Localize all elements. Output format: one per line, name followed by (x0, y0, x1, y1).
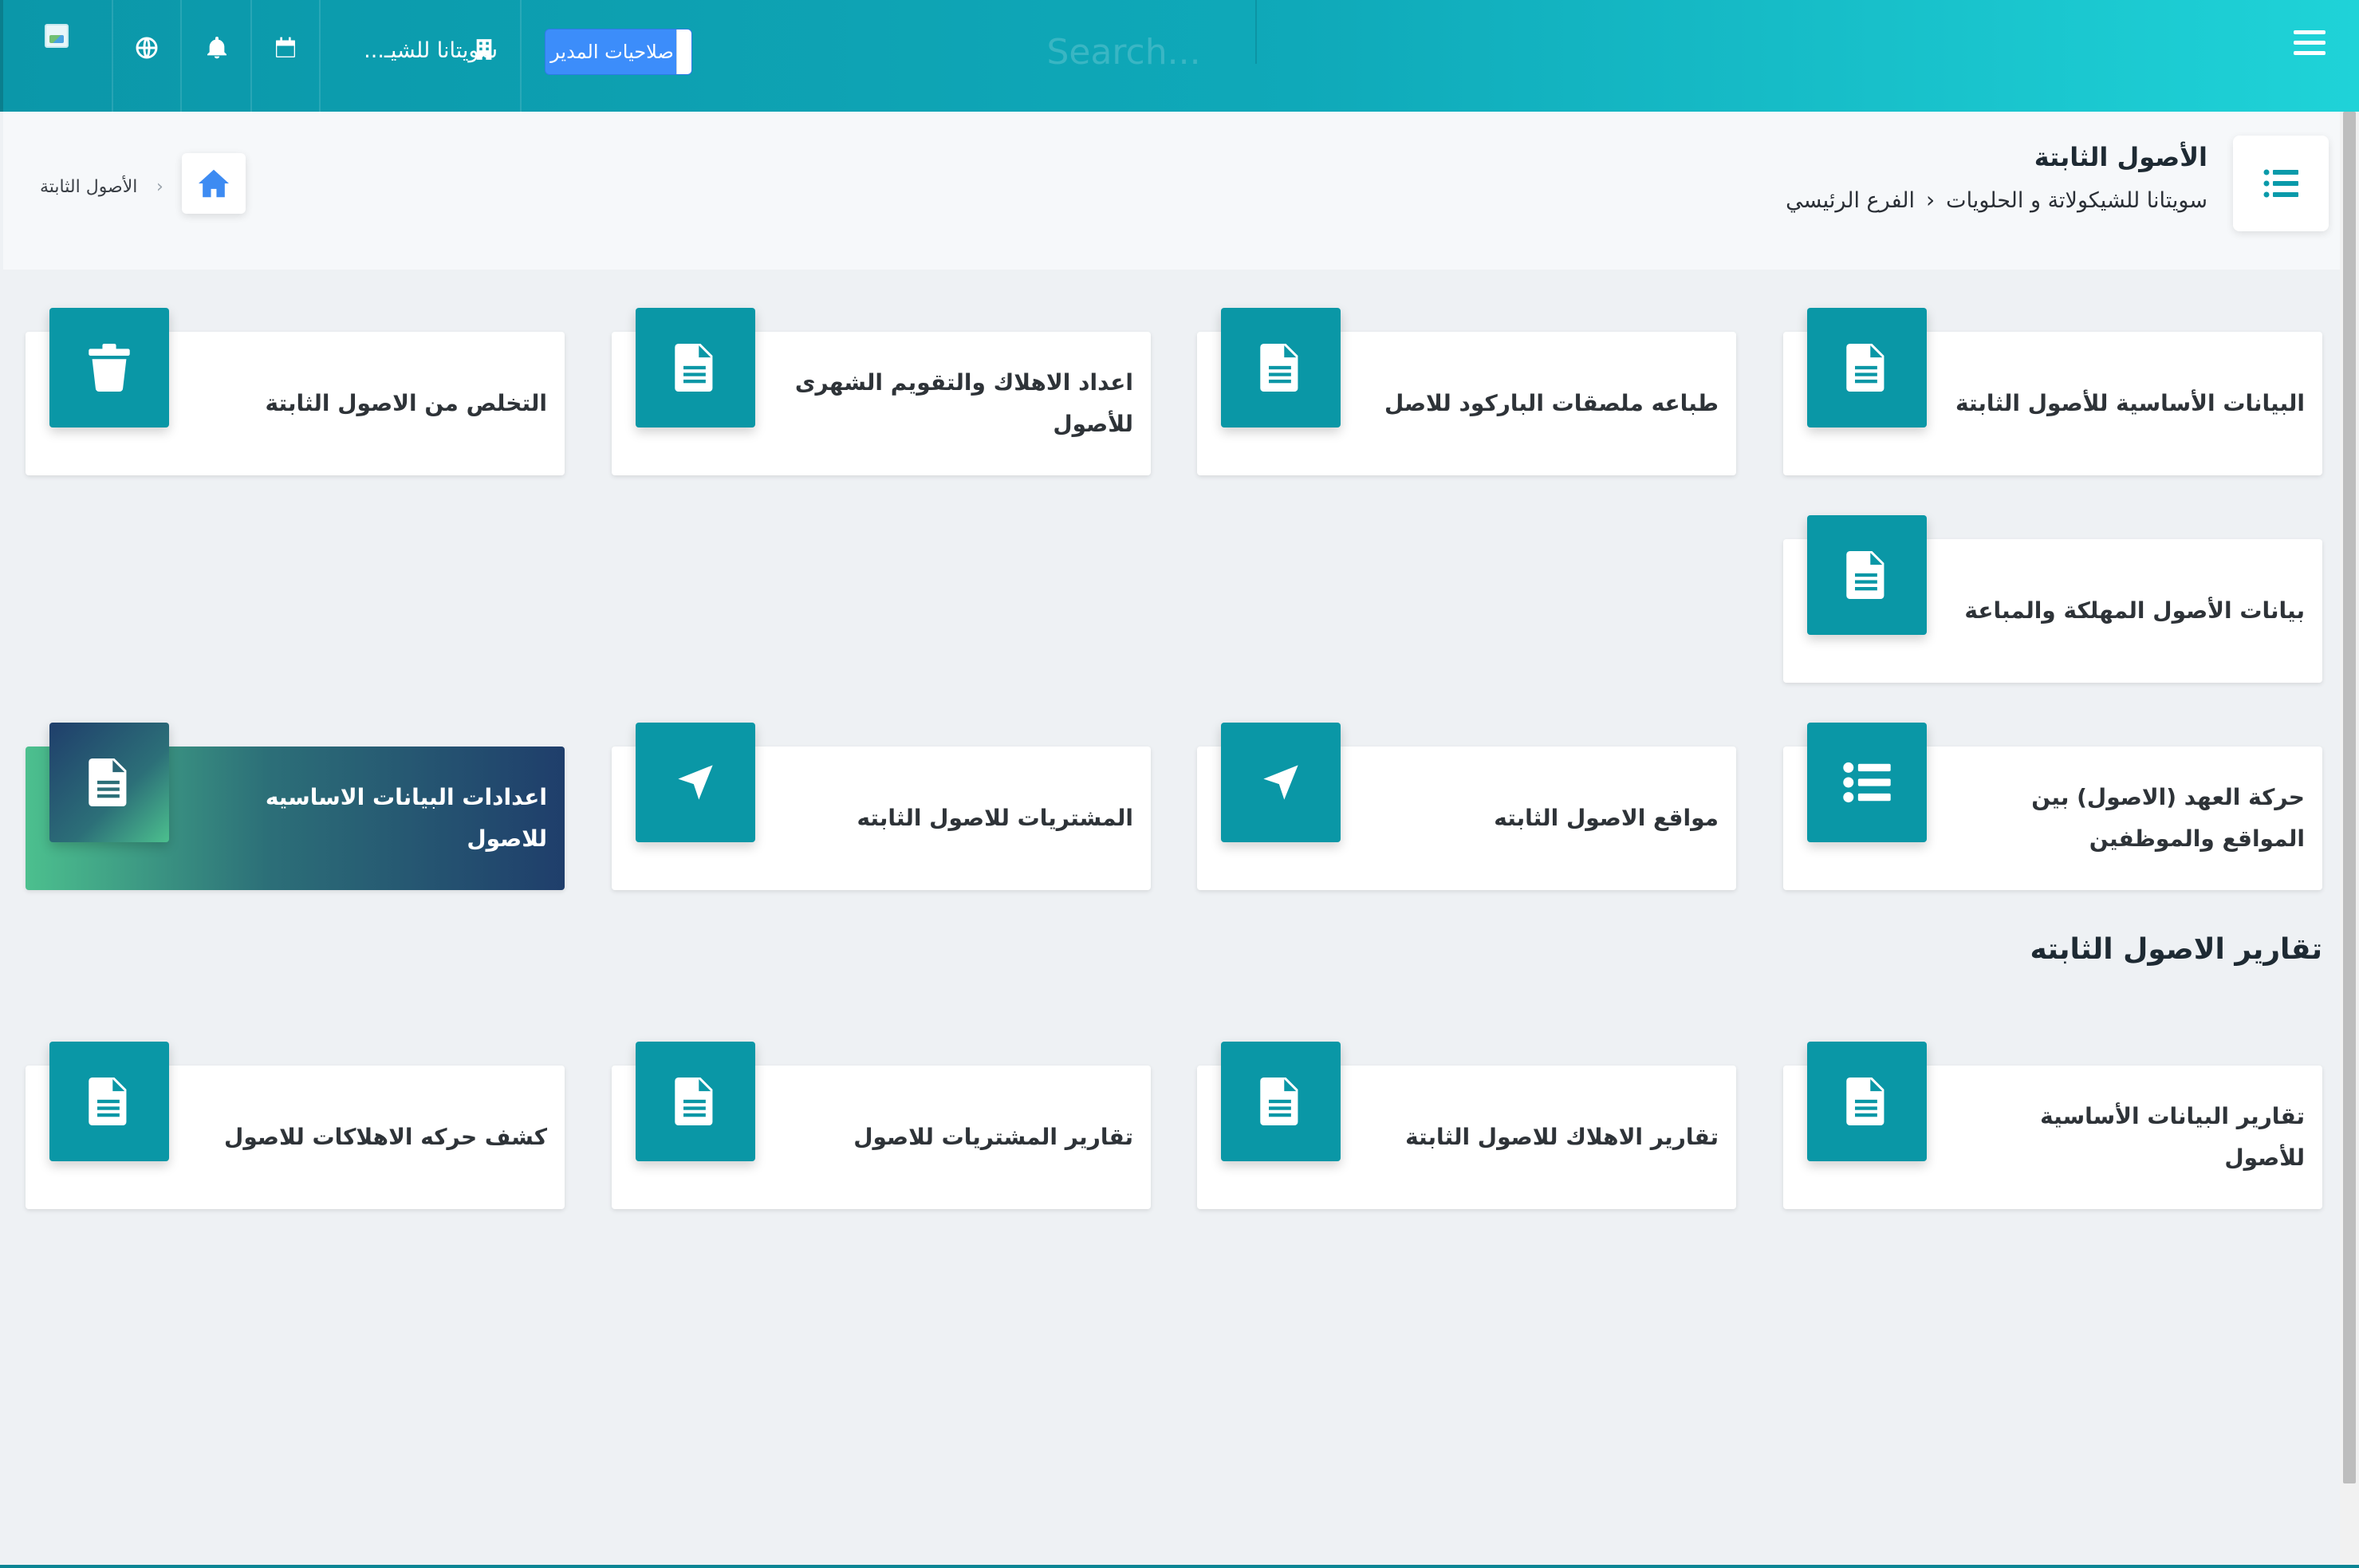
breadcrumb-branch[interactable]: الفرع الرئيسي (1786, 188, 1915, 213)
card-barcode-labels[interactable]: طباعه ملصقات الباركود للاصل (1197, 308, 1736, 475)
card-report-depreciation[interactable]: تقارير الاهلاك للاصول الثابتة (1197, 1042, 1736, 1209)
card-label: بيانات الأصول المهلكة والمباعة (1964, 597, 2305, 624)
divider (319, 0, 321, 112)
file-icon (1221, 308, 1341, 427)
menu-list-button[interactable] (2233, 136, 2329, 231)
section-title-reports: تقارير الاصول الثابته (2030, 933, 2322, 966)
card-basic-data[interactable]: البيانات الأساسية للأصول الثابتة (1783, 308, 2322, 475)
card-asset-purchases[interactable]: المشتريات للاصول الثابته (612, 723, 1151, 890)
hamburger-icon[interactable] (2294, 30, 2326, 57)
top-bar: سويتانا للشيـ... صلاحيات المدير (0, 0, 2359, 112)
file-icon (1807, 515, 1927, 635)
search-input[interactable] (992, 24, 1255, 80)
breadcrumb-company[interactable]: سويتانا للشيكولاتة و الحلويات (1946, 188, 2207, 213)
bottom-border (0, 1565, 2359, 1568)
file-icon (1221, 1042, 1341, 1161)
breadcrumb-current[interactable]: الأصول الثابتة (40, 177, 137, 197)
admin-permissions-button[interactable]: صلاحيات المدير (545, 29, 692, 75)
chevron-left-icon: ‹ (1925, 187, 1936, 213)
divider (1255, 0, 1257, 64)
list-icon (2263, 169, 2298, 198)
logo-image[interactable] (45, 24, 69, 48)
bell-icon[interactable] (204, 35, 230, 61)
page: سويتانا للشيـ... صلاحيات المدير الأصول ا… (0, 0, 2359, 1568)
location-arrow-icon (636, 723, 755, 842)
page-title: الأصول الثابتة (2034, 142, 2207, 172)
file-icon (1807, 308, 1927, 427)
card-label: تقارير المشتريات للاصول (853, 1124, 1133, 1150)
chevron-right-icon: › (156, 177, 163, 197)
card-label: مواقع الاصول الثابته (1494, 805, 1719, 831)
card-depreciation-setup[interactable]: اعداد الاهلاك والتقويم الشهرى للأصول (612, 308, 1151, 475)
file-icon (49, 1042, 169, 1161)
card-label: اعدادات البيانات الاساسيه للاصول (265, 784, 547, 852)
card-report-purchases[interactable]: تقارير المشتريات للاصول (612, 1042, 1151, 1209)
card-depreciated-sold-assets[interactable]: بيانات الأصول المهلكة والمباعة (1783, 515, 2322, 683)
card-label: كشف حركه الاهلاكات للاصول (224, 1124, 547, 1150)
home-button[interactable] (182, 153, 246, 214)
card-asset-locations[interactable]: مواقع الاصول الثابته (1197, 723, 1736, 890)
card-label: طباعه ملصقات الباركود للاصل (1384, 390, 1719, 416)
list-icon (1807, 723, 1927, 842)
home-icon (199, 169, 229, 198)
trash-icon (49, 308, 169, 427)
card-custody-movement[interactable]: حركة العهد (الاصول) بين المواقع والموظفي… (1783, 723, 2322, 890)
file-icon (636, 308, 755, 427)
calendar-icon[interactable] (273, 35, 298, 61)
file-icon (636, 1042, 755, 1161)
divider (112, 0, 113, 112)
card-label: المشتريات للاصول الثابته (857, 805, 1133, 831)
card-asset-disposal[interactable]: التخلص من الاصول الثابتة (26, 308, 565, 475)
card-report-depreciation-movement[interactable]: كشف حركه الاهلاكات للاصول (26, 1042, 565, 1209)
divider (180, 0, 182, 112)
card-report-basic-data[interactable]: تقارير البيانات الأساسية للأصول (1783, 1042, 2322, 1209)
card-label: تقارير الاهلاك للاصول الثابتة (1405, 1124, 1719, 1150)
file-icon (1807, 1042, 1927, 1161)
divider (520, 0, 522, 112)
card-label: تقارير البيانات الأساسية للأصول (2040, 1103, 2305, 1171)
card-label: البيانات الأساسية للأصول الثابتة (1955, 390, 2305, 416)
globe-icon[interactable] (134, 35, 159, 61)
location-arrow-icon (1221, 723, 1341, 842)
breadcrumb: سويتانا للشيكولاتة و الحلويات ‹ الفرع الرئ… (1786, 187, 2207, 213)
scrollbar-thumb[interactable] (2343, 112, 2356, 1483)
building-icon[interactable] (474, 38, 494, 61)
card-label: التخلص من الاصول الثابتة (265, 390, 547, 416)
card-basic-data-settings[interactable]: اعدادات البيانات الاساسيه للاصول (26, 723, 565, 890)
file-icon (49, 723, 169, 842)
divider (250, 0, 252, 112)
card-label: حركة العهد (الاصول) بين المواقع والموظفي… (2031, 784, 2305, 852)
card-label: اعداد الاهلاك والتقويم الشهرى للأصول (794, 369, 1133, 437)
